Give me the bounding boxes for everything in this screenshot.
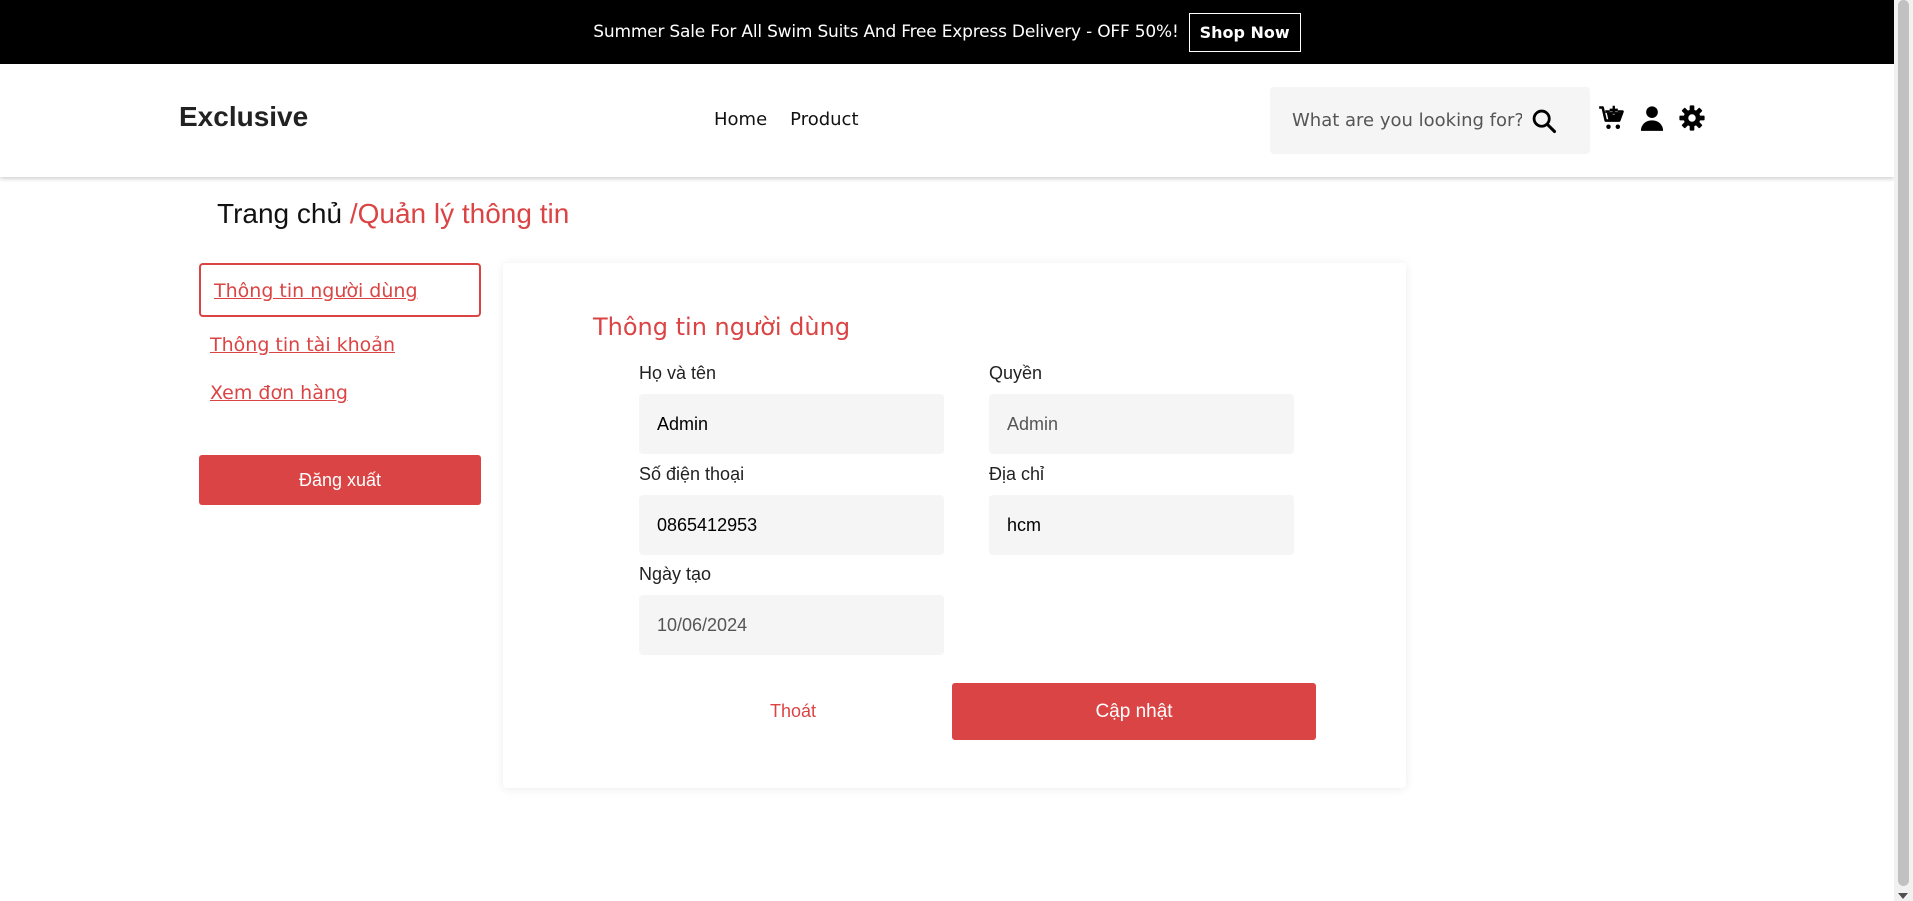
sidebar-item-orders[interactable]: Xem đơn hàng — [199, 369, 481, 417]
header-icons — [1598, 104, 1706, 132]
nav-product[interactable]: Product — [790, 109, 858, 130]
logo[interactable]: Exclusive — [179, 101, 308, 133]
address-label: Địa chỉ — [989, 464, 1045, 484]
search-bar — [1270, 87, 1590, 154]
scrollbar-thumb[interactable] — [1898, 0, 1909, 886]
breadcrumb-current: /Quản lý thông tin — [349, 198, 570, 229]
site-header: Exclusive Home Product — [0, 64, 1894, 177]
form-title: Thông tin người dùng — [593, 313, 851, 341]
breadcrumb: Trang chủ /Quản lý thông tin — [217, 198, 569, 230]
created-label: Ngày tạo — [639, 564, 712, 584]
role-label: Quyền — [989, 363, 1043, 383]
created-field-group: Ngày tạo 10/06/2024 — [639, 564, 944, 655]
shop-now-button[interactable]: Shop Now — [1188, 12, 1301, 52]
address-field[interactable]: hcm — [989, 495, 1294, 555]
promo-bar: Summer Sale For All Swim Suits And Free … — [0, 0, 1894, 64]
role-field: Admin — [989, 394, 1294, 454]
user-info-card: Thông tin người dùng Họ và tên Admin Quy… — [503, 263, 1406, 788]
logout-button[interactable]: Đăng xuất — [199, 455, 481, 505]
phone-label: Số điện thoại — [639, 464, 745, 484]
user-icon[interactable] — [1638, 104, 1666, 132]
role-field-group: Quyền Admin — [989, 363, 1294, 454]
promo-text: Summer Sale For All Swim Suits And Free … — [593, 22, 1179, 42]
search-input[interactable] — [1292, 110, 1522, 131]
phone-field-group: Số điện thoại 0865412953 — [639, 464, 944, 555]
name-field-group: Họ và tên Admin — [639, 363, 944, 454]
sidebar-item-user-info[interactable]: Thông tin người dùng — [199, 263, 481, 317]
breadcrumb-home[interactable]: Trang chủ — [217, 198, 342, 229]
gear-icon[interactable] — [1678, 104, 1706, 132]
update-button[interactable]: Cập nhật — [952, 683, 1316, 740]
scroll-down-arrow-icon[interactable] — [1898, 893, 1908, 899]
page-scrollbar[interactable] — [1894, 0, 1913, 901]
name-field[interactable]: Admin — [639, 394, 944, 454]
cart-icon[interactable] — [1598, 104, 1626, 132]
search-icon[interactable] — [1530, 107, 1558, 135]
address-field-group: Địa chỉ hcm — [989, 464, 1294, 555]
account-sidebar: Thông tin người dùng Thông tin tài khoản… — [199, 263, 481, 417]
main-nav: Home Product — [714, 109, 859, 130]
exit-button[interactable]: Thoát — [703, 683, 883, 740]
phone-field[interactable]: 0865412953 — [639, 495, 944, 555]
sidebar-item-account-info[interactable]: Thông tin tài khoản — [199, 321, 481, 369]
nav-home[interactable]: Home — [714, 109, 767, 130]
created-field: 10/06/2024 — [639, 595, 944, 655]
name-label: Họ và tên — [639, 363, 717, 383]
